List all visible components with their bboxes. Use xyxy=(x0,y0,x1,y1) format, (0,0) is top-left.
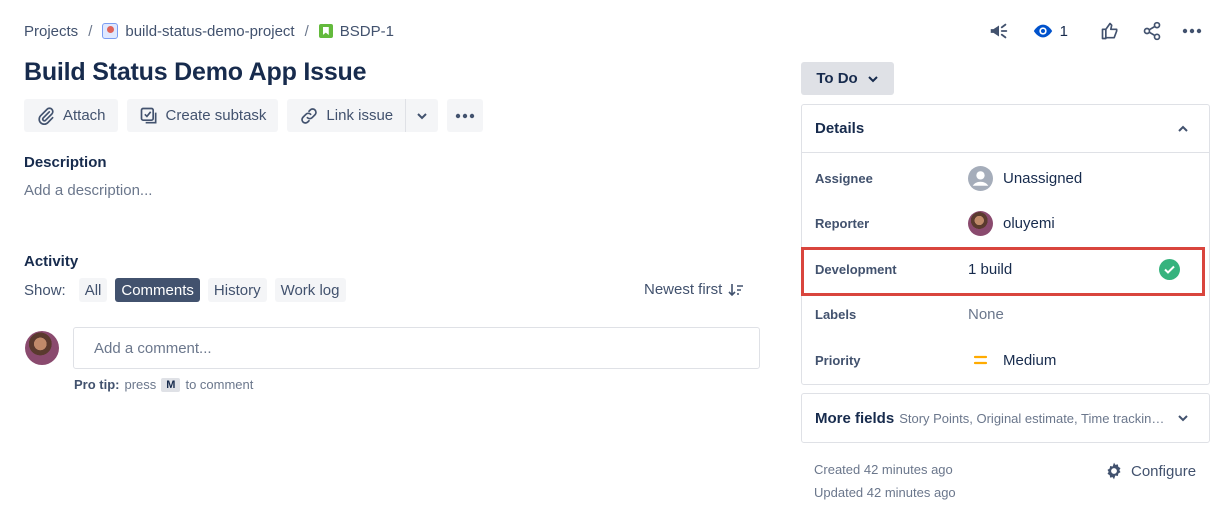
feedback-button[interactable] xyxy=(988,18,1010,44)
show-label: Show: xyxy=(24,281,66,299)
paperclip-icon xyxy=(38,106,54,125)
link-icon xyxy=(301,107,318,124)
filter-history[interactable]: History xyxy=(207,278,267,302)
activity-heading: Activity xyxy=(24,253,79,270)
status-label: To Do xyxy=(816,70,858,87)
toolbar-more-button[interactable] xyxy=(447,99,484,132)
priority-medium-icon xyxy=(973,355,988,365)
development-highlight-box xyxy=(801,247,1205,296)
current-user-avatar xyxy=(25,331,59,365)
status-button[interactable]: To Do xyxy=(801,62,894,95)
issue-header-actions: 1 xyxy=(988,18,1202,44)
field-labels: Labels None xyxy=(815,302,1209,326)
description-heading: Description xyxy=(24,154,107,171)
sort-descending-icon xyxy=(728,283,744,296)
project-avatar-icon xyxy=(102,23,119,39)
sort-order-label: Newest first xyxy=(644,281,723,298)
breadcrumb-separator: / xyxy=(304,22,309,40)
eye-icon xyxy=(1033,24,1052,38)
watch-button[interactable]: 1 xyxy=(1032,18,1068,44)
create-subtask-button[interactable]: Create subtask xyxy=(126,99,279,132)
protip-press: press xyxy=(124,377,157,392)
filter-work-log[interactable]: Work log xyxy=(274,278,346,302)
breadcrumb: Projects / build-status-demo-project / B… xyxy=(24,20,394,42)
filter-comments[interactable]: Comments xyxy=(115,278,200,302)
more-icon xyxy=(1182,28,1202,34)
field-reporter: Reporter oluyemi xyxy=(815,210,1209,236)
create-subtask-label: Create subtask xyxy=(165,107,267,124)
protip-suffix: to comment xyxy=(185,377,254,392)
link-issue-dropdown-button[interactable] xyxy=(405,99,439,132)
field-priority: Priority Medium xyxy=(815,348,1209,372)
thumbs-up-icon xyxy=(1101,22,1118,40)
issue-title[interactable]: Build Status Demo App Issue xyxy=(24,58,367,87)
more-fields-summary: Story Points, Original estimate, Time tr… xyxy=(899,410,1165,426)
link-issue-label: Link issue xyxy=(326,107,394,124)
breadcrumb-issue-key[interactable]: BSDP-1 xyxy=(318,22,394,40)
field-label: Reporter xyxy=(815,215,870,231)
attach-button[interactable]: Attach xyxy=(24,99,118,132)
more-actions-button[interactable] xyxy=(1182,18,1202,44)
configure-label: Configure xyxy=(1131,462,1197,480)
more-fields-section[interactable]: More fields Story Points, Original estim… xyxy=(801,393,1210,443)
assignee-value[interactable]: Unassigned xyxy=(968,165,1083,191)
attach-label: Attach xyxy=(63,107,106,124)
issue-toolbar: Attach Create subtask Link issue xyxy=(24,99,484,132)
assignee-name: Unassigned xyxy=(1003,169,1083,187)
unassigned-avatar-icon xyxy=(968,165,993,191)
link-issue-button[interactable]: Link issue xyxy=(287,99,406,132)
more-fields-title: More fields xyxy=(815,409,895,427)
megaphone-icon xyxy=(990,23,1007,39)
updated-timestamp: Updated 42 minutes ago xyxy=(814,485,956,500)
priority-value[interactable]: Medium xyxy=(968,352,1056,369)
field-label: Assignee xyxy=(815,170,873,186)
field-assignee: Assignee Unassigned xyxy=(815,165,1209,191)
subtask-icon xyxy=(140,107,157,123)
keyboard-shortcut-key: M xyxy=(161,377,181,392)
labels-value[interactable]: None xyxy=(968,306,1004,323)
details-header[interactable]: Details xyxy=(802,105,1209,153)
chevron-up-icon xyxy=(1178,125,1188,132)
more-icon xyxy=(455,113,475,118)
details-heading: Details xyxy=(815,120,865,137)
priority-name: Medium xyxy=(1003,351,1057,369)
details-panel: Details Assignee Unassigned Reporter olu… xyxy=(801,104,1210,385)
vote-button[interactable] xyxy=(1100,18,1120,44)
chevron-down-icon xyxy=(417,112,427,119)
breadcrumb-project-label: build-status-demo-project xyxy=(125,22,295,40)
breadcrumb-project[interactable]: build-status-demo-project xyxy=(102,22,295,40)
field-label: Priority xyxy=(815,352,861,368)
share-button[interactable] xyxy=(1142,18,1162,44)
breadcrumb-projects[interactable]: Projects xyxy=(24,23,78,40)
gear-icon xyxy=(1107,462,1121,480)
breadcrumb-issue-key-label: BSDP-1 xyxy=(339,22,394,40)
comment-pro-tip: Pro tip: press M to comment xyxy=(74,377,253,392)
filter-all[interactable]: All xyxy=(78,278,108,302)
sort-order-button[interactable]: Newest first xyxy=(644,281,744,298)
share-icon xyxy=(1143,21,1161,41)
description-field[interactable]: Add a description... xyxy=(24,182,152,199)
watch-count: 1 xyxy=(1059,22,1068,40)
story-icon xyxy=(318,24,333,38)
breadcrumb-separator: / xyxy=(88,22,93,40)
link-issue-group: Link issue xyxy=(287,99,439,132)
reporter-name: oluyemi xyxy=(1003,214,1055,232)
field-label: Labels xyxy=(815,306,857,322)
comment-input[interactable]: Add a comment... xyxy=(73,327,760,369)
activity-filters: Show: All Comments History Work log xyxy=(24,278,346,302)
configure-button[interactable]: Configure xyxy=(1104,461,1196,481)
reporter-avatar xyxy=(968,210,993,236)
protip-label: Pro tip: xyxy=(74,377,120,392)
chevron-down-icon xyxy=(1178,415,1188,422)
chevron-down-icon xyxy=(867,75,878,82)
created-timestamp: Created 42 minutes ago xyxy=(814,462,953,477)
reporter-value[interactable]: oluyemi xyxy=(968,210,1055,236)
